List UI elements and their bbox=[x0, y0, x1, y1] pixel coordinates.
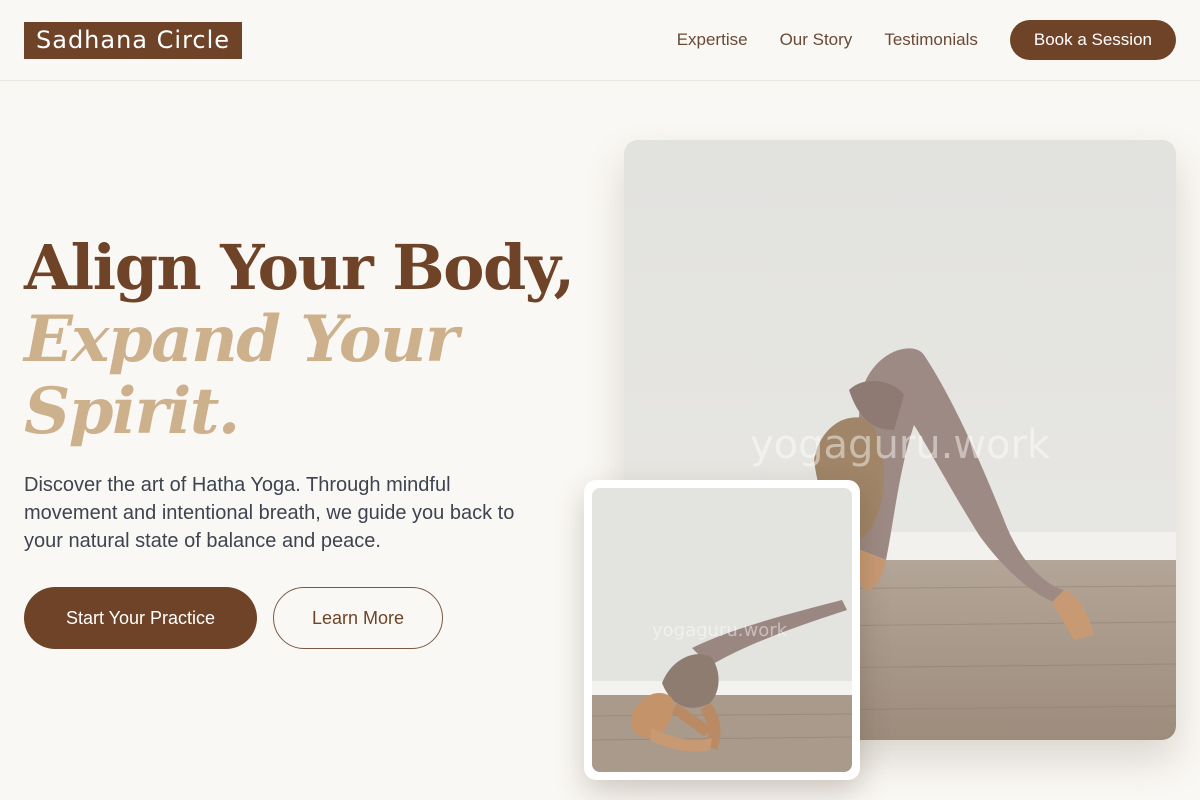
site-header: Sadhana Circle Expertise Our Story Testi… bbox=[0, 0, 1200, 81]
nav-link-expertise[interactable]: Expertise bbox=[677, 30, 748, 50]
hero-secondary-image: yogaguru.work bbox=[592, 488, 852, 772]
hero-secondary-card: yogaguru.work bbox=[584, 480, 860, 780]
hero-description: Discover the art of Hatha Yoga. Through … bbox=[24, 474, 515, 552]
main-nav: Expertise Our Story Testimonials Book a … bbox=[677, 20, 1176, 60]
book-session-button[interactable]: Book a Session bbox=[1009, 20, 1176, 60]
hero-heading: Align Your Body, Expand Your Spirit. bbox=[24, 232, 584, 448]
nav-link-our-story[interactable]: Our Story bbox=[780, 30, 853, 50]
arm-balance-pose-illustration bbox=[592, 488, 852, 772]
site-logo[interactable]: Sadhana Circle bbox=[24, 21, 243, 59]
learn-more-button[interactable]: Learn More bbox=[273, 587, 443, 649]
hero-actions: Start Your Practice Learn More bbox=[24, 587, 443, 649]
headline-accent: Expand Your Spirit. bbox=[24, 302, 459, 449]
start-practice-button[interactable]: Start Your Practice bbox=[24, 587, 257, 649]
nav-link-testimonials[interactable]: Testimonials bbox=[884, 30, 978, 50]
headline-primary: Align Your Body, bbox=[24, 231, 575, 304]
